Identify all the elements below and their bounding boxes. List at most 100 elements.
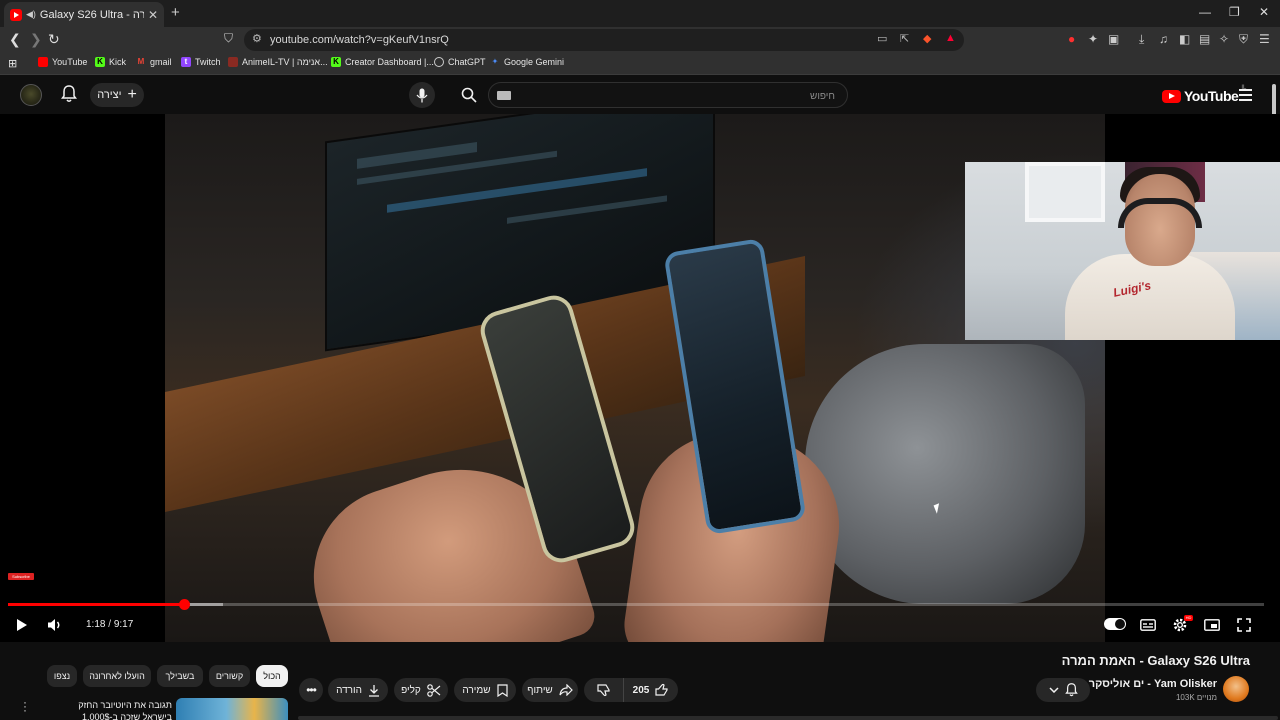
volume-icon	[48, 619, 60, 631]
search-icon	[461, 87, 477, 103]
share-icon	[559, 684, 573, 696]
address-bar[interactable]: ⚙ youtube.com/watch?v=gKeufV1nsrQ ▭ ⇱ ◆ …	[244, 29, 964, 51]
search-input[interactable]	[535, 87, 835, 105]
bookmark-creator-dashboard[interactable]: K Creator Dashboard |...	[331, 57, 434, 67]
video-frame[interactable]	[165, 114, 1105, 642]
autoplay-toggle[interactable]	[1104, 618, 1126, 630]
progress-bar[interactable]	[8, 599, 1264, 610]
save-label: שמירה	[462, 684, 491, 696]
recommendation-thumbnail[interactable]	[176, 698, 288, 720]
notifications-bell-icon[interactable]	[61, 85, 77, 103]
minimize-window-icon[interactable]: —	[1199, 5, 1211, 19]
share-button[interactable]: שיתוף	[522, 678, 578, 702]
gemini-icon: ✦	[491, 57, 499, 66]
fullscreen-button[interactable]	[1234, 615, 1254, 635]
progress-played	[8, 603, 184, 606]
bookmark-youtube[interactable]: YouTube	[38, 57, 87, 67]
scrubber-handle[interactable]	[178, 599, 190, 610]
restore-window-icon[interactable]: ❐	[1229, 5, 1240, 19]
subtitles-button[interactable]	[1138, 615, 1158, 635]
brave-rewards-icon[interactable]: ▲	[945, 32, 956, 44]
brave-shields-icon[interactable]: ◆	[923, 32, 931, 45]
time-display: 1:18 / 9:17	[86, 619, 134, 630]
guide-menu-icon[interactable]	[1239, 89, 1252, 101]
close-window-icon[interactable]: ✕	[1259, 5, 1269, 19]
audio-playing-icon[interactable]: ◀)	[26, 9, 36, 20]
keyboard-icon[interactable]	[497, 91, 511, 100]
create-button[interactable]: יצירה +	[90, 83, 144, 107]
extension-record-icon[interactable]: ●	[1068, 32, 1075, 46]
plus-icon: +	[127, 86, 137, 103]
save-button[interactable]: שמירה	[454, 678, 516, 702]
download-icon	[368, 684, 379, 697]
bookmark-chatgpt[interactable]: ChatGPT	[434, 57, 486, 67]
url-text[interactable]: youtube.com/watch?v=gKeufV1nsrQ	[270, 34, 449, 46]
youtube-logo[interactable]: YouTube IL	[1162, 85, 1246, 104]
vpn-shield-icon[interactable]: ⛨	[1239, 32, 1248, 47]
subscribed-button[interactable]	[1036, 678, 1090, 702]
horizontal-scrollbar[interactable]	[298, 716, 1278, 720]
webcam-overlay: Luigi's	[965, 162, 1280, 340]
wallet-icon[interactable]: ▤	[1199, 32, 1210, 46]
browser-tab[interactable]: ◀) Galaxy S26 Ultra - האמת המרה ✕	[4, 2, 164, 27]
bookmark-kick[interactable]: K Kick	[95, 57, 126, 67]
search-button[interactable]	[452, 82, 486, 108]
close-tab-icon[interactable]: ✕	[148, 8, 158, 22]
account-avatar[interactable]	[20, 84, 42, 106]
channel-name[interactable]: ים אוליסקר - Yam Olisker	[1089, 678, 1217, 690]
sidebar-toggle-icon[interactable]: ◧	[1179, 32, 1190, 46]
voice-search-button[interactable]	[409, 82, 435, 108]
bookmark-gemini[interactable]: ✦ Google Gemini	[490, 57, 564, 67]
chip-watched[interactable]: נצפו	[47, 665, 77, 687]
cast-icon[interactable]: ▭	[877, 32, 887, 45]
more-actions-button[interactable]: •••	[299, 678, 323, 702]
back-icon[interactable]: ❮	[9, 31, 21, 48]
kick-icon: K	[95, 57, 105, 67]
media-controls-icon[interactable]: ♫	[1159, 32, 1168, 46]
leo-ai-icon[interactable]: ✧	[1219, 32, 1229, 46]
bookmark-icon	[496, 683, 508, 697]
tab-title: Galaxy S26 Ultra - האמת המרה	[39, 8, 144, 21]
mute-button[interactable]	[44, 615, 66, 635]
search-box	[488, 82, 848, 108]
duration: 9:17	[113, 619, 134, 630]
more-horizontal-icon: •••	[306, 683, 317, 697]
chip-all[interactable]: הכול	[256, 665, 288, 687]
current-time: 1:18	[86, 619, 106, 630]
chevron-down-icon	[1048, 687, 1059, 693]
clip-button[interactable]: קליפ	[394, 678, 448, 702]
like-button[interactable]: 205	[624, 678, 678, 702]
download-button[interactable]: הורדה	[328, 678, 388, 702]
subscribe-watermark[interactable]: Subscribe	[8, 573, 34, 580]
chip-recently-uploaded[interactable]: הועלו לאחרונה	[83, 665, 151, 687]
chip-for-you[interactable]: בשבילך	[157, 665, 203, 687]
microphone-icon	[416, 88, 428, 102]
share-page-icon[interactable]: ⇱	[900, 32, 909, 45]
bookmark-animeil[interactable]: AnimeIL-TV | אנימה...	[228, 57, 328, 67]
browser-menu-icon[interactable]: ☰	[1259, 32, 1270, 46]
extension-puzzle-icon[interactable]: ✦	[1088, 32, 1098, 46]
bookmark-page-icon[interactable]: ⛉	[224, 31, 233, 46]
reload-icon[interactable]: ↻	[48, 31, 60, 48]
create-label: יצירה	[97, 89, 122, 101]
recommendation-title[interactable]: תגובה את היוטיובר החזק בישראל שזכה ב-1,0…	[52, 699, 172, 720]
forward-icon[interactable]: ❯	[30, 31, 42, 48]
bookmark-gmail[interactable]: Mgmail	[136, 57, 172, 67]
play-button[interactable]	[12, 615, 32, 635]
extension-screenshot-icon[interactable]: ▣	[1108, 32, 1119, 46]
youtube-play-icon	[1162, 89, 1181, 103]
chip-related[interactable]: קשורים	[209, 665, 250, 687]
youtube-favicon-icon	[10, 8, 22, 21]
miniplayer-button[interactable]	[1202, 615, 1222, 635]
site-info-icon[interactable]: ⚙	[252, 32, 262, 45]
video-player[interactable]: Luigi's Subscribe 1:18 / 9:17 HD	[0, 114, 1280, 642]
new-tab-icon[interactable]: +	[171, 4, 180, 21]
dislike-button[interactable]	[584, 678, 624, 702]
chatgpt-icon	[434, 57, 444, 67]
recommendation-menu-icon[interactable]: · · ·	[20, 696, 30, 716]
bookmark-twitch[interactable]: t Twitch	[181, 57, 221, 67]
apps-grid-icon[interactable]: ⊞	[8, 57, 17, 70]
downloads-icon[interactable]: ⤓	[1139, 32, 1144, 47]
video-title: האמת המרה - Galaxy S26 Ultra	[1061, 653, 1250, 668]
channel-avatar[interactable]	[1223, 676, 1249, 702]
